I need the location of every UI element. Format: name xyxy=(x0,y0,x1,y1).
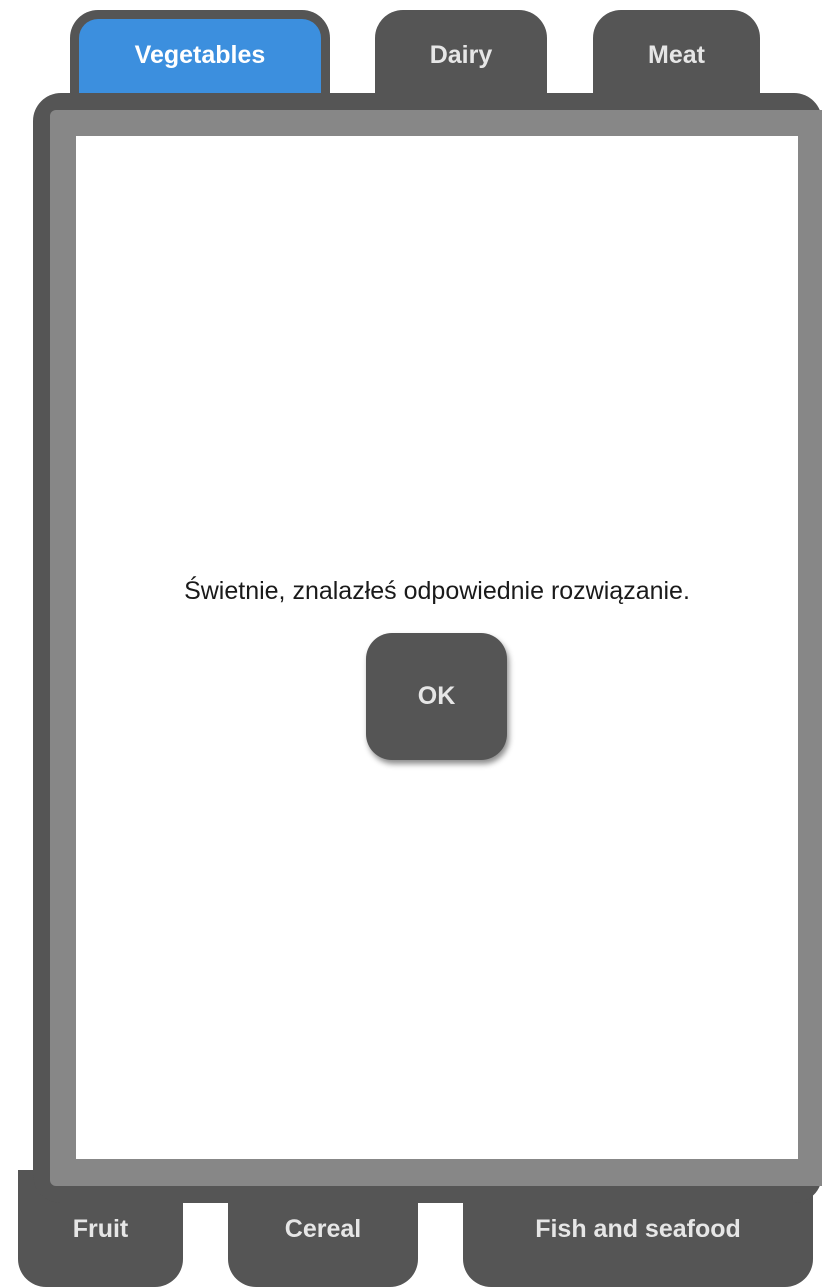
tab-vegetables-label: Vegetables xyxy=(134,41,266,69)
panel-inner-frame: Świetnie, znalazłeś odpowiednie rozwiąza… xyxy=(50,110,822,1186)
ok-button-label: OK xyxy=(417,682,456,710)
stage: Vegetables Dairy Meat Fruit Cereal Fish … xyxy=(0,0,822,1287)
tab-dairy-label: Dairy xyxy=(429,41,493,69)
success-message: Świetnie, znalazłeś odpowiednie rozwiąza… xyxy=(184,577,690,605)
content-area: Świetnie, znalazłeś odpowiednie rozwiąza… xyxy=(76,136,798,1159)
tab-fish-and-seafood-label: Fish and seafood xyxy=(535,1215,741,1243)
ok-button[interactable]: OK xyxy=(366,633,507,760)
tab-meat-label: Meat xyxy=(648,41,705,69)
main-panel: Świetnie, znalazłeś odpowiednie rozwiąza… xyxy=(33,93,822,1203)
tab-cereal-label: Cereal xyxy=(284,1215,362,1243)
tab-fruit-label: Fruit xyxy=(72,1215,129,1243)
